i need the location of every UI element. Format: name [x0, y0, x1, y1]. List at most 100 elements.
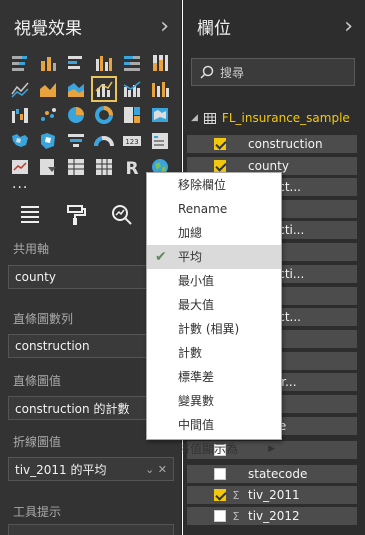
- menu-item-label: 計數: [178, 346, 203, 360]
- menu-item-label: 變異數: [178, 394, 215, 408]
- more-visuals-ellipsis[interactable]: ...: [12, 176, 28, 192]
- sigma-icon: Σ: [232, 488, 240, 502]
- checkmark-icon: ✔: [155, 249, 167, 265]
- svg-text:R: R: [125, 159, 138, 177]
- search-placeholder: 搜尋: [220, 65, 245, 80]
- field-checkbox[interactable]: [214, 489, 226, 501]
- shape-map-icon[interactable]: [38, 131, 58, 151]
- 100-stacked-column-chart-icon[interactable]: [150, 53, 170, 73]
- menu-item[interactable]: ✔ 平均: [147, 245, 281, 269]
- search-icon: [200, 65, 214, 79]
- funnel-icon[interactable]: [66, 131, 86, 151]
- field-checkbox[interactable]: [214, 138, 226, 150]
- card-icon[interactable]: 123: [122, 131, 142, 151]
- tooltips-label: 工具提示: [13, 505, 62, 519]
- menu-item[interactable]: 移除欄位: [147, 173, 281, 197]
- menu-item[interactable]: 計數 (相異): [147, 317, 281, 341]
- 100-stacked-bar-chart-icon[interactable]: [122, 53, 142, 73]
- table-icon[interactable]: [66, 157, 86, 177]
- field-checkbox[interactable]: [214, 160, 226, 172]
- sigma-icon: Σ: [232, 509, 240, 523]
- ribbon-chart-icon[interactable]: [150, 79, 170, 99]
- pie-chart-icon[interactable]: [66, 105, 86, 125]
- table-name: FL_insurance_sample: [221, 111, 350, 125]
- column-values-value: construction 的計數: [15, 401, 130, 416]
- clustered-bar-chart-icon[interactable]: [66, 53, 86, 73]
- field-name: county: [248, 159, 289, 173]
- table-icon: [203, 112, 216, 124]
- menu-item-label: Rename: [178, 202, 228, 216]
- menu-item[interactable]: 計數: [147, 341, 281, 365]
- menu-item-label: 計數 (相異): [178, 322, 240, 336]
- column-series-label: 直條圖數列: [13, 312, 74, 326]
- menu-item[interactable]: 最小值: [147, 269, 281, 293]
- scatter-chart-icon[interactable]: [38, 105, 58, 125]
- stacked-area-chart-icon[interactable]: [66, 79, 86, 99]
- visualizations-header: 視覺效果 ›: [0, 0, 181, 52]
- field-name: tiv_2012: [248, 509, 300, 523]
- column-values-label: 直條圖值: [13, 374, 62, 388]
- menu-item-label: 移除欄位: [178, 178, 227, 192]
- field-item[interactable]: construction: [187, 135, 357, 154]
- menu-item-label: 將值顯示為: [178, 442, 239, 456]
- field-name: tiv_2011: [248, 488, 300, 502]
- collapse-visualizations-chevron-icon[interactable]: ›: [160, 14, 169, 39]
- expand-caret-icon[interactable]: ◢: [191, 113, 198, 123]
- matrix-icon[interactable]: [94, 157, 114, 177]
- svg-text:123: 123: [125, 138, 138, 146]
- fields-search-input[interactable]: 搜尋: [191, 58, 355, 86]
- format-paint-roller-icon[interactable]: [64, 204, 88, 226]
- multi-row-card-icon[interactable]: [150, 131, 170, 151]
- field-checkbox[interactable]: [214, 510, 226, 522]
- menu-item[interactable]: Rename: [147, 197, 281, 221]
- visualizations-title: 視覺效果: [14, 18, 82, 39]
- analytics-magnifier-icon[interactable]: [110, 204, 134, 226]
- line-and-clustered-column-chart-icon[interactable]: [122, 79, 142, 99]
- line-and-stacked-column-chart-icon[interactable]: [91, 76, 117, 102]
- line-values-value: tiv_2011 的平均: [15, 462, 107, 477]
- menu-item[interactable]: 標準差: [147, 365, 281, 389]
- waterfall-chart-icon[interactable]: [10, 105, 30, 125]
- menu-item[interactable]: 變異數: [147, 389, 281, 413]
- line-chart-icon[interactable]: [10, 79, 30, 99]
- r-script-visual-icon[interactable]: R: [122, 157, 142, 177]
- submenu-arrow-icon: ▶: [268, 444, 275, 454]
- stacked-column-chart-icon[interactable]: [38, 53, 58, 73]
- collapse-fields-chevron-icon[interactable]: ›: [344, 14, 353, 39]
- field-name: construction: [248, 137, 323, 151]
- kpi-icon[interactable]: [10, 157, 30, 177]
- menu-item[interactable]: 加總: [147, 221, 281, 245]
- menu-item-label: 平均: [178, 250, 203, 264]
- fields-well-tab-icon[interactable]: [18, 204, 42, 226]
- column-series-value: construction: [15, 339, 90, 353]
- stacked-bar-chart-icon[interactable]: [10, 53, 30, 73]
- visual-type-gallery: 123 R: [10, 53, 172, 180]
- field-name: statecode: [248, 467, 308, 481]
- field-item[interactable]: statecode: [187, 465, 357, 484]
- slicer-icon[interactable]: [38, 157, 58, 177]
- menu-item-label: 最小值: [178, 274, 215, 288]
- fields-header: 欄位 ›: [183, 0, 365, 52]
- shared-axis-label: 共用軸: [13, 242, 50, 256]
- menu-item[interactable]: 最大值: [147, 293, 281, 317]
- clustered-column-chart-icon[interactable]: [94, 53, 114, 73]
- tooltips-well[interactable]: [8, 524, 174, 535]
- menu-item[interactable]: 中間值: [147, 413, 281, 437]
- map-icon[interactable]: [150, 105, 170, 125]
- menu-item-label: 加總: [178, 226, 203, 240]
- area-chart-icon[interactable]: [38, 79, 58, 99]
- table-node[interactable]: ◢ FL_insurance_sample: [191, 111, 350, 125]
- menu-item-label: 最大值: [178, 298, 215, 312]
- menu-item[interactable]: 將值顯示為 ▶: [147, 437, 281, 461]
- donut-chart-icon[interactable]: [94, 105, 114, 125]
- treemap-icon[interactable]: [122, 105, 142, 125]
- field-item[interactable]: Σtiv_2012: [187, 507, 357, 526]
- menu-item-label: 標準差: [178, 370, 215, 384]
- gauge-icon[interactable]: [94, 131, 114, 151]
- menu-item-label: 中間值: [178, 418, 215, 432]
- filled-map-icon[interactable]: [10, 131, 30, 151]
- remove-field-chevron-icon[interactable]: ⌄ ✕: [145, 463, 167, 476]
- field-checkbox[interactable]: [214, 468, 226, 480]
- fields-title: 欄位: [197, 18, 231, 39]
- field-item[interactable]: Σtiv_2011: [187, 486, 357, 505]
